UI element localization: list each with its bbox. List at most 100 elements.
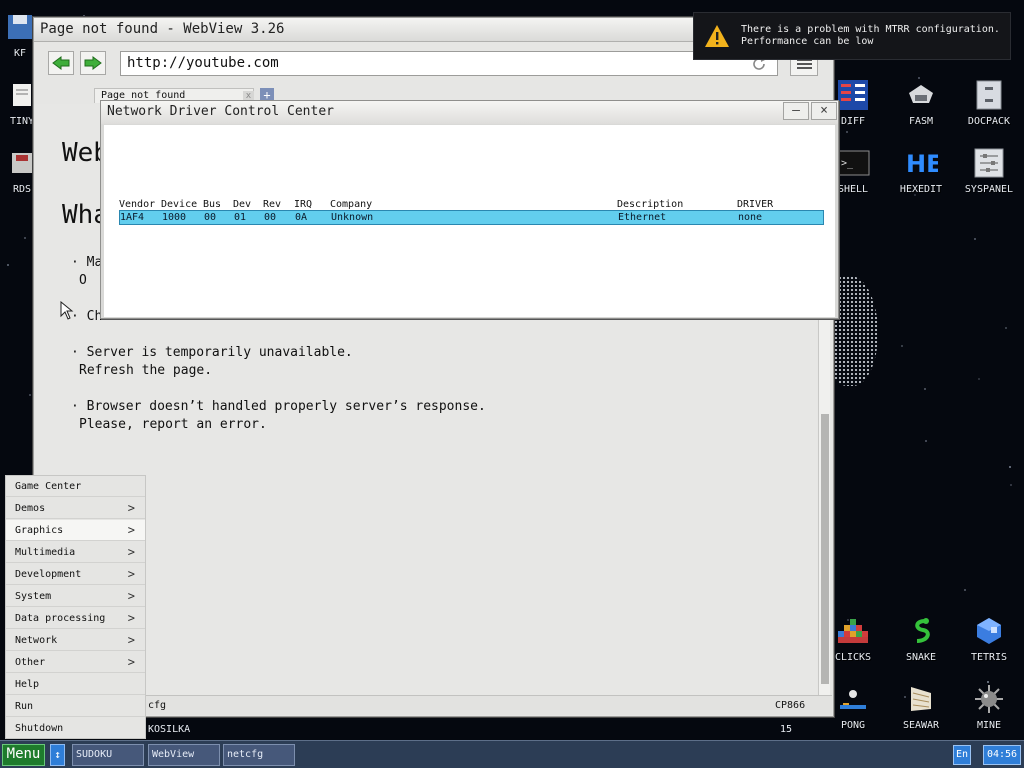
mine-icon xyxy=(972,682,1006,716)
url-text: http://youtube.com xyxy=(127,55,279,71)
tetris-icon xyxy=(972,614,1006,648)
url-input[interactable]: http://youtube.com xyxy=(120,51,778,76)
desktop-icon-label: DOCPACK xyxy=(967,116,1011,127)
cell-bus: 00 xyxy=(204,212,217,223)
menu-item-system[interactable]: System > xyxy=(6,586,145,607)
column-header-vendor: Vendor xyxy=(119,199,156,210)
warning-icon xyxy=(705,25,729,47)
mouse-cursor-icon xyxy=(60,301,74,320)
menu-item-shutdown[interactable]: Shutdown xyxy=(6,718,145,739)
desktop-icon-tetris[interactable]: TETRIS xyxy=(956,614,1022,663)
cell-vendor: 1AF4 xyxy=(120,212,145,223)
chevron-right-icon: > xyxy=(127,501,135,515)
clicks-icon xyxy=(836,614,870,648)
taskbar-item-sudoku[interactable]: SUDOKU xyxy=(72,744,144,766)
network-driver-window: Network Driver Control Center – × Vendor… xyxy=(100,100,839,319)
cell-irq: 0A xyxy=(295,212,308,223)
menu-item-other[interactable]: Other > xyxy=(6,652,145,673)
cell-device: 1000 xyxy=(162,212,187,223)
window-title: Page not found - WebView 3.26 xyxy=(40,21,285,37)
forward-button[interactable] xyxy=(80,51,106,75)
taskbar-item-netcfg[interactable]: netcfg xyxy=(223,744,295,766)
column-header-device: Device xyxy=(161,199,198,210)
menu-item-demos[interactable]: Demos > xyxy=(6,498,145,519)
menu-item-game-center[interactable]: Game Center xyxy=(6,476,145,497)
star xyxy=(1005,327,1007,329)
desktop-icon-label: MINE xyxy=(976,720,1002,731)
menu-item-development[interactable]: Development > xyxy=(6,564,145,585)
window-title: Network Driver Control Center xyxy=(107,104,334,119)
menu-item-run[interactable]: Run xyxy=(6,696,145,717)
star xyxy=(974,238,976,240)
menu-item-data-processing[interactable]: Data processing > xyxy=(6,608,145,629)
table-row[interactable]: 1AF4 1000 00 01 00 0A Unknown Ethernet n… xyxy=(119,210,824,225)
menu-button[interactable]: Menu xyxy=(2,744,45,766)
list-item: · Browser doesn’t handled properly serve… xyxy=(71,399,486,432)
diff-icon xyxy=(836,78,870,112)
start-menu: Game Center Demos > Graphics > Multimedia >… xyxy=(5,475,146,739)
clock[interactable]: 04:56 xyxy=(983,745,1021,765)
column-header-bus: Bus xyxy=(203,199,222,210)
back-button[interactable] xyxy=(48,51,74,75)
desktop-icon-fasm[interactable]: FASM xyxy=(888,78,954,127)
back-arrow-icon xyxy=(52,56,70,70)
cell-rev: 00 xyxy=(264,212,277,223)
desktop-counter-label: 15 xyxy=(780,724,793,735)
star xyxy=(1010,484,1012,486)
star xyxy=(7,264,9,266)
chevron-right-icon: > xyxy=(127,655,135,669)
encoding-label[interactable]: CP866 xyxy=(775,700,805,711)
notification-text: There is a problem with MTRR configurati… xyxy=(741,24,1000,47)
forward-arrow-icon xyxy=(84,56,102,70)
cell-company: Unknown xyxy=(331,212,374,223)
syspanel-icon xyxy=(972,146,1006,180)
taskbar: Menu ↕ SUDOKU WebView netcfg En 04:56 xyxy=(0,740,1024,768)
star xyxy=(978,378,980,380)
cell-driver: none xyxy=(738,212,763,223)
status-bar: cfg CP866 xyxy=(35,695,832,715)
star xyxy=(964,589,966,591)
hexedit-icon: HE xyxy=(904,146,938,180)
desktop-icon-label: SYSPANEL xyxy=(964,184,1014,195)
switch-arrow-icon[interactable]: ↕ xyxy=(50,744,65,766)
taskbar-item-webview[interactable]: WebView xyxy=(148,744,220,766)
menu-item-graphics[interactable]: Graphics > xyxy=(6,520,145,541)
notification-popup[interactable]: There is a problem with MTRR configurati… xyxy=(693,12,1011,60)
desktop-icon-mine[interactable]: MINE xyxy=(956,682,1022,731)
column-header-driver: DRIVER xyxy=(737,199,774,210)
svg-text:HE: HE xyxy=(906,150,938,178)
close-button[interactable]: × xyxy=(811,102,837,120)
menu-item-multimedia[interactable]: Multimedia > xyxy=(6,542,145,563)
star xyxy=(29,394,31,396)
menu-item-help[interactable]: Help xyxy=(6,674,145,695)
svg-text:>_: >_ xyxy=(841,158,854,169)
desktop-icon-hexedit[interactable]: HE HEXEDIT xyxy=(888,146,954,195)
docpack-icon xyxy=(972,78,1006,112)
shell-icon: >_ xyxy=(836,146,870,180)
desktop-icon-seawar[interactable]: SEAWAR xyxy=(888,682,954,731)
device-list: Vendor Device Bus Dev Rev IRQ Company De… xyxy=(104,125,835,317)
desktop-icon-label: SEAWAR xyxy=(902,720,940,731)
language-indicator[interactable]: En xyxy=(953,745,971,765)
desktop-icon-label: FASM xyxy=(908,116,934,127)
desktop-icon-label-kosilka[interactable]: KOSILKA xyxy=(148,724,190,735)
desktop-icon-syspanel[interactable]: SYSPANEL xyxy=(956,146,1022,195)
floppy-icon xyxy=(3,10,37,44)
desktop-icon-label: TETRIS xyxy=(970,652,1008,663)
desktop-icon-label: HEXEDIT xyxy=(899,184,943,195)
column-header-description: Description xyxy=(617,199,684,210)
chevron-right-icon: > xyxy=(127,633,135,647)
list-item: · Ma O xyxy=(71,255,103,288)
list-item: · Server is temporarily unavailable. Ref… xyxy=(71,345,353,378)
desktop-icon-snake[interactable]: SNAKE xyxy=(888,614,954,663)
minimize-button[interactable]: – xyxy=(783,102,809,120)
window-titlebar[interactable]: Network Driver Control Center – × xyxy=(101,101,838,124)
star xyxy=(846,131,848,133)
chevron-right-icon: > xyxy=(127,523,135,537)
column-header-rev: Rev xyxy=(263,199,282,210)
cell-description: Ethernet xyxy=(618,212,667,223)
scrollbar-thumb[interactable] xyxy=(821,414,829,684)
fasm-icon xyxy=(904,78,938,112)
desktop-icon-docpack[interactable]: DOCPACK xyxy=(956,78,1022,127)
menu-item-network[interactable]: Network > xyxy=(6,630,145,651)
